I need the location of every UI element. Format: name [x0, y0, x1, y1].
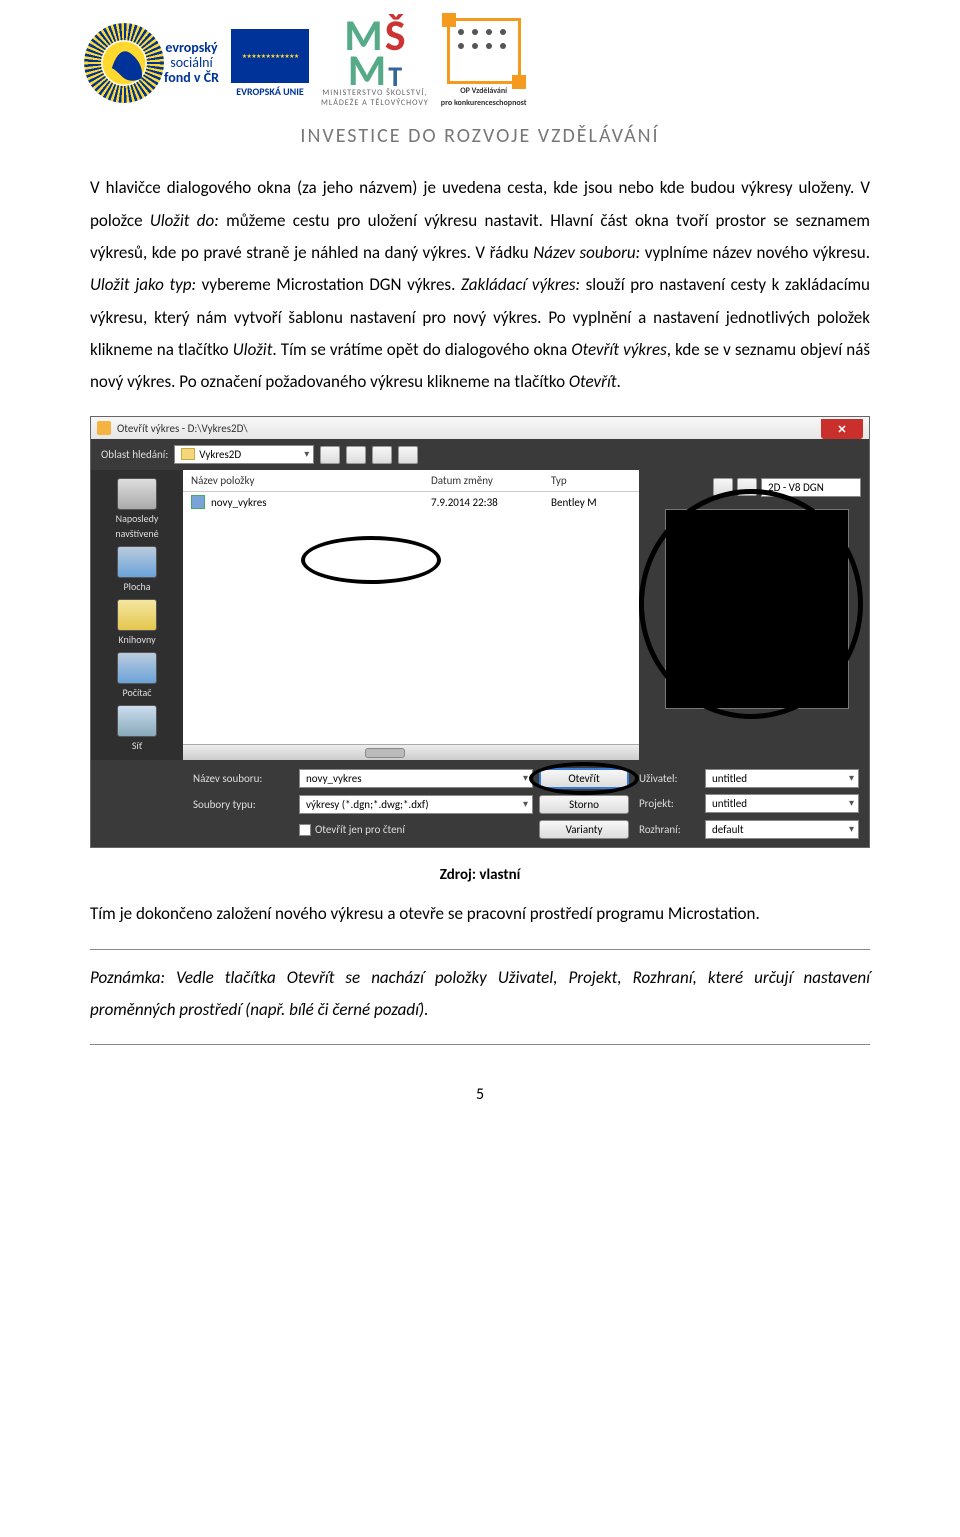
dialog-screenshot: Otevřít výkres - D:\Vykres2D\ ✕ Oblast h…: [90, 416, 870, 848]
header-logos: evropský sociální fond v ČR EVROPSKÁ UNI…: [90, 0, 870, 114]
annotation-ellipse-preview: [639, 489, 863, 719]
open-dialog: Otevřít výkres - D:\Vykres2D\ ✕ Oblast h…: [90, 416, 870, 848]
place-computer[interactable]: Počítač: [117, 652, 157, 699]
filetype-combo[interactable]: výkresy (*.dgn;*.dwg;*.dxf): [299, 795, 533, 814]
user-label: Uživatel:: [639, 772, 699, 785]
col-name[interactable]: Název položky: [191, 474, 431, 487]
computer-icon: [117, 652, 157, 684]
close-button[interactable]: ✕: [821, 419, 863, 439]
file-date: 7.9.2014 22:38: [431, 496, 551, 509]
network-icon: [117, 705, 157, 737]
place-libraries[interactable]: Knihovny: [117, 599, 157, 646]
app-icon: [97, 421, 111, 435]
tagline: INVESTICE DO ROZVOJE VZDĚLÁVÁNÍ: [90, 124, 870, 148]
filetype-label: Soubory typu:: [193, 798, 293, 811]
readonly-checkbox[interactable]: Otevřít jen pro čtení: [299, 823, 533, 836]
file-header: Název položky Datum změny Typ: [183, 470, 639, 492]
file-row[interactable]: novy_vykres 7.9.2014 22:38 Bentley M: [183, 492, 639, 512]
esf-line3: fond v ČR: [164, 71, 219, 86]
lookin-combo[interactable]: Vykres2D: [174, 445, 314, 464]
op-caption1: OP Vzdělávání: [460, 86, 507, 96]
paragraph-1: V hlavičce dialogového okna (za jeho náz…: [90, 172, 870, 398]
place-recent[interactable]: Naposledy navštívené: [115, 478, 158, 540]
msmt-caption2: MLÁDEŽE A TĚLOVÝCHOVY: [321, 98, 429, 108]
cancel-button[interactable]: Storno: [539, 795, 629, 814]
user-combo[interactable]: untitled: [705, 769, 859, 788]
note-paragraph: Poznámka: Vedle tlačítka Otevřít se nach…: [90, 962, 870, 1027]
esf-burst-icon: [90, 29, 158, 97]
filename-label: Název souboru:: [193, 772, 293, 785]
eu-logo: EVROPSKÁ UNIE: [231, 29, 309, 98]
col-date[interactable]: Datum změny: [431, 474, 551, 487]
filename-input[interactable]: novy_vykres: [299, 769, 533, 788]
dgn-file-icon: [191, 495, 205, 509]
eu-flag-icon: [231, 29, 309, 83]
preview-area: [647, 503, 861, 752]
divider: [90, 949, 870, 950]
up-icon[interactable]: [346, 446, 366, 464]
folder-icon: [181, 448, 195, 460]
lookin-label: Oblast hledání:: [101, 448, 168, 461]
page-number: 5: [90, 1085, 870, 1104]
esf-logo: evropský sociální fond v ČR: [90, 29, 219, 97]
op-caption2: pro konkurenceschopnost: [441, 98, 527, 108]
divider: [90, 1044, 870, 1045]
back-icon[interactable]: [320, 446, 340, 464]
project-combo[interactable]: untitled: [705, 794, 859, 813]
preview-pane: 2D - V8 DGN: [639, 470, 869, 760]
file-type: Bentley M: [551, 496, 631, 509]
recent-icon: [117, 478, 157, 510]
file-pane: Název položky Datum změny Typ novy_vykre…: [183, 470, 639, 760]
dialog-title: Otevřít výkres - D:\Vykres2D\: [117, 422, 248, 435]
col-type[interactable]: Typ: [551, 474, 631, 487]
msmt-logo: MŠ MT MINISTERSTVO ŠKOLSTVÍ, MLÁDEŽE A T…: [321, 18, 429, 108]
eu-caption: EVROPSKÁ UNIE: [236, 85, 304, 98]
horizontal-scrollbar[interactable]: [183, 744, 639, 760]
figure-caption: Zdroj: vlastní: [90, 866, 870, 884]
open-button[interactable]: Otevřít: [539, 768, 629, 789]
project-label: Projekt:: [639, 797, 699, 810]
msmt-caption1: MINISTERSTVO ŠKOLSTVÍ,: [322, 88, 427, 98]
place-desktop[interactable]: Plocha: [117, 546, 157, 593]
titlebar: Otevřít výkres - D:\Vykres2D\: [91, 417, 869, 439]
libraries-icon: [117, 599, 157, 631]
paragraph-2: Tím je dokončeno založení nového výkresu…: [90, 898, 870, 930]
place-network[interactable]: Síť: [117, 705, 157, 752]
views-icon[interactable]: [398, 446, 418, 464]
interface-combo[interactable]: default: [705, 820, 859, 839]
places-bar: Naposledy navštívené Plocha Knihovny Poč…: [91, 470, 183, 760]
file-name: novy_vykres: [211, 496, 431, 509]
interface-label: Rozhraní:: [639, 823, 699, 836]
variants-button[interactable]: Varianty: [539, 820, 629, 839]
op-logo: OP Vzdělávání pro konkurenceschopnost: [441, 18, 527, 108]
newfolder-icon[interactable]: [372, 446, 392, 464]
desktop-icon: [117, 546, 157, 578]
